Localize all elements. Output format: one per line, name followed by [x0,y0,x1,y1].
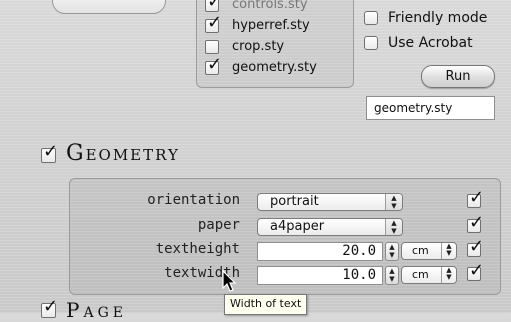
check-mark-icon: ✓ [469,236,485,257]
textwidth-stepper[interactable]: ▲ ▼ [385,266,399,285]
package-label-crop: crop.sty [232,39,285,54]
textwidth-unit-select[interactable]: cm ▲ ▼ [401,266,457,284]
check-mark-icon: ✓ [469,260,485,281]
check-mark-icon: ✓ [469,187,485,208]
check-mark-icon: ✓ [43,296,59,317]
paper-label: paper [197,217,240,233]
orientation-checkbox[interactable]: ✓ [467,189,484,208]
use-acrobat-checkbox[interactable] [364,36,378,50]
updown-arrows-icon: ▲ ▼ [385,219,402,235]
page-section-title: Page [66,298,127,322]
paper-value: a4paper [270,219,325,234]
page-section-checkbox[interactable]: ✓ [41,298,58,318]
package-label-hyperref: hyperref.sty [232,18,310,33]
check-mark-icon: ✓ [207,0,223,12]
check-mark-icon: ✓ [43,141,59,162]
package-label-geometry: geometry.sty [232,60,317,75]
check-mark-icon: ✓ [469,212,485,233]
package-checkbox-hyperref[interactable]: ✓ [205,14,222,33]
textheight-field[interactable]: 20.0 [257,242,383,261]
textwidth-field[interactable]: 10.0 [257,266,383,285]
check-mark-icon: ✓ [207,54,223,75]
use-acrobat-label: Use Acrobat [388,35,473,51]
check-mark-icon: ✓ [207,12,223,33]
textwidth-label: textwidth [164,265,240,281]
package-checkbox-controls[interactable]: ✓ [205,0,223,12]
package-checkbox-crop[interactable] [205,40,219,54]
geometry-section-checkbox[interactable]: ✓ [41,143,58,163]
orientation-value: portrait [270,194,319,209]
textheight-unit-value: cm [412,244,429,257]
paper-checkbox[interactable]: ✓ [467,214,484,233]
updown-arrows-icon: ▲ ▼ [441,243,456,259]
orientation-select[interactable]: portrait ▲ ▼ [257,193,403,211]
package-checkbox-geometry[interactable]: ✓ [205,56,222,75]
friendly-mode-label: Friendly mode [388,10,488,26]
updown-arrows-icon: ▲ ▼ [441,267,456,283]
textheight-stepper[interactable]: ▲ ▼ [385,242,399,261]
geometry-section-title: Geometry [66,141,180,166]
updown-arrows-icon: ▲ ▼ [385,194,402,210]
textwidth-checkbox[interactable]: ✓ [467,262,484,281]
textheight-label: textheight [155,241,240,257]
textheight-unit-select[interactable]: cm ▲ ▼ [401,242,457,260]
package-label-controls: controls.sty [232,0,308,12]
paper-select[interactable]: a4paper ▲ ▼ [257,218,403,236]
mouse-cursor-icon [222,270,237,292]
textheight-checkbox[interactable]: ✓ [467,238,484,257]
geometry-panel-window: ✓ controls.sty ✓ hyperref.sty crop.sty ✓… [0,0,511,322]
tooltip: Width of text [224,294,308,315]
run-button[interactable]: Run [421,65,495,88]
top-cut-button[interactable] [52,0,166,14]
orientation-label: orientation [147,192,240,208]
friendly-mode-checkbox[interactable] [364,11,378,25]
selected-package-field[interactable]: geometry.sty [366,96,495,120]
textwidth-unit-value: cm [412,268,429,281]
